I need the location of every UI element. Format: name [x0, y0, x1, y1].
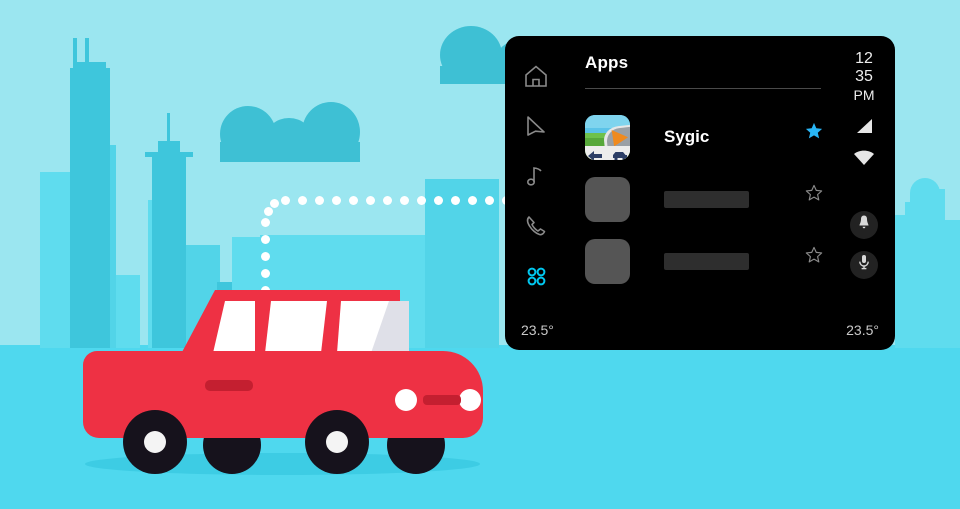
sygic-car-button-art — [611, 151, 629, 160]
car-door-handle — [205, 380, 253, 391]
notifications-button[interactable] — [850, 210, 878, 239]
route-dot — [315, 196, 324, 205]
music-icon — [523, 163, 549, 189]
sygic-app-icon[interactable] — [585, 114, 630, 160]
favorite-star-outline[interactable] — [805, 184, 823, 202]
voice-assistant-button[interactable] — [850, 250, 878, 279]
list-item[interactable] — [585, 168, 833, 230]
illustration-scene: Apps Sygic 12 35 PM 23.5° 23.5° — [0, 0, 960, 509]
route-dot — [281, 196, 290, 205]
sidebar-item-home[interactable] — [514, 54, 558, 98]
sidebar-item-apps[interactable] — [514, 254, 558, 298]
car-headlight — [395, 389, 417, 411]
route-dot — [261, 235, 270, 244]
apps-grid-icon — [523, 263, 549, 289]
placeholder-label-bar — [664, 252, 749, 270]
cloud — [220, 102, 360, 162]
willis-antenna-right — [85, 38, 89, 70]
route-dot — [263, 207, 273, 216]
home-icon — [523, 63, 549, 89]
car-wheel-hub — [144, 431, 166, 453]
dotted-route-path — [250, 180, 647, 329]
app-name: Sygic — [664, 127, 710, 146]
clock-minutes: 35 — [855, 68, 873, 86]
phone-icon — [523, 213, 549, 239]
cellular-signal-icon — [854, 117, 874, 140]
microphone-icon — [858, 254, 870, 275]
car-wheel-hub — [326, 431, 348, 453]
status-rail: 12 35 PM — [833, 36, 895, 350]
route-dot — [400, 196, 409, 205]
building-right — [916, 189, 945, 348]
page-title: Apps — [585, 53, 629, 72]
route-dot — [417, 196, 426, 205]
route-dot — [451, 196, 460, 205]
car-window-middle — [265, 301, 327, 353]
placeholder-label-bar — [664, 190, 749, 208]
placeholder-icon — [585, 238, 630, 284]
route-dot — [383, 196, 392, 205]
climate-temp-left[interactable]: 23.5° — [521, 322, 554, 338]
route-dot — [298, 196, 307, 205]
infotainment-screen[interactable]: Apps Sygic 12 35 PM 23.5° 23.5° — [505, 36, 895, 350]
bell-icon — [857, 215, 871, 235]
navigation-icon — [523, 113, 549, 139]
nav-rail — [505, 36, 567, 350]
favorite-star-filled[interactable] — [805, 122, 823, 140]
car-front-trim — [423, 395, 461, 405]
route-dot — [261, 269, 270, 278]
clock: 12 35 PM — [854, 50, 875, 103]
sidebar-item-phone[interactable] — [514, 204, 558, 248]
building-right-dome — [910, 178, 940, 208]
route-dot — [261, 218, 270, 227]
screen-header: Apps — [585, 53, 823, 93]
willis-antenna-left — [73, 38, 77, 70]
route-dot — [468, 196, 477, 205]
title-divider — [585, 88, 821, 89]
climate-temp-right[interactable]: 23.5° — [846, 322, 879, 338]
building-right — [942, 220, 960, 348]
cloud-base — [220, 142, 360, 162]
sidebar-item-navigation[interactable] — [514, 104, 558, 148]
route-dot — [485, 196, 494, 205]
clock-ampm: PM — [853, 86, 875, 103]
second-tower-antenna — [167, 113, 170, 145]
screen-content: Apps Sygic — [567, 36, 833, 350]
car-headlight — [459, 389, 481, 411]
willis-tower-cap — [74, 62, 106, 74]
car-illustration — [75, 285, 490, 480]
list-item[interactable]: Sygic — [585, 106, 833, 168]
route-dot — [349, 196, 358, 205]
placeholder-icon — [585, 176, 630, 222]
route-dot — [366, 196, 375, 205]
route-dot — [332, 196, 341, 205]
favorite-star-outline[interactable] — [805, 246, 823, 264]
sygic-toolbar — [585, 146, 630, 160]
route-dot — [261, 252, 270, 261]
wifi-icon — [853, 150, 875, 171]
app-list: Sygic — [585, 106, 833, 292]
sidebar-item-music[interactable] — [514, 154, 558, 198]
list-item[interactable] — [585, 230, 833, 292]
route-dot — [270, 199, 279, 208]
clock-hours: 12 — [855, 50, 873, 67]
route-dot — [434, 196, 443, 205]
sygic-back-button-art — [586, 150, 604, 160]
